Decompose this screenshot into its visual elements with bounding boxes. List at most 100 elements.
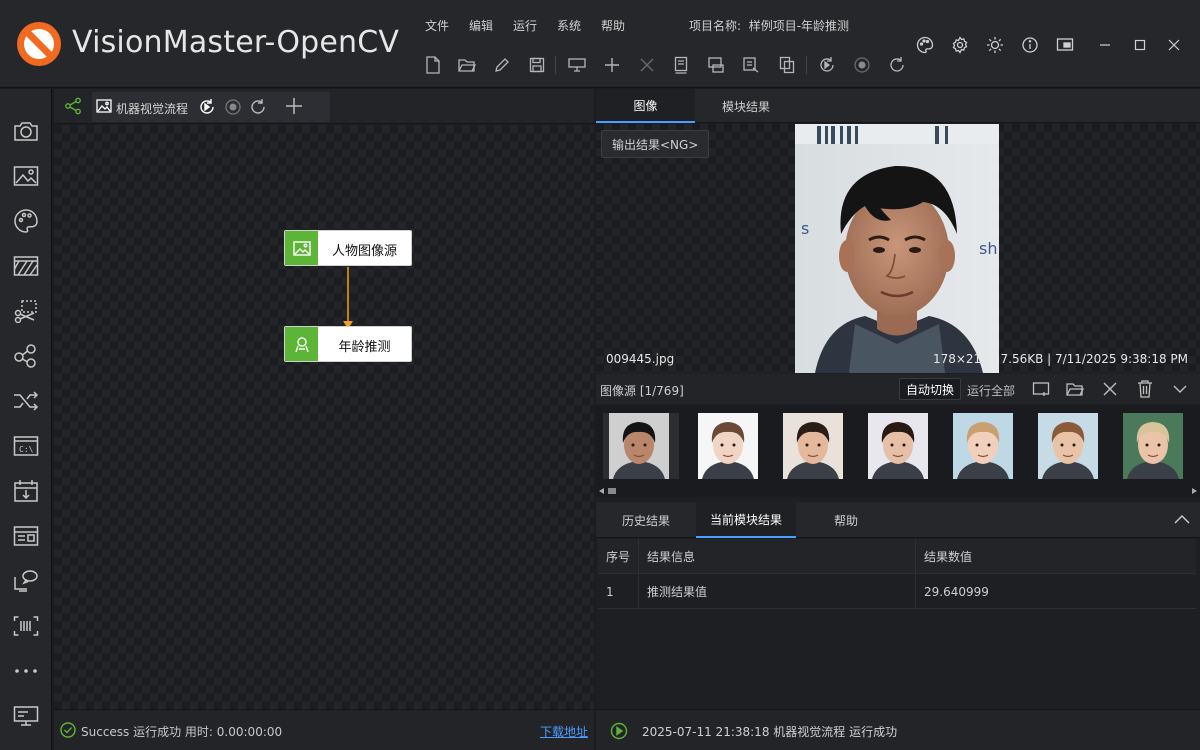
chat-monitor-icon[interactable] xyxy=(12,567,40,595)
scroll-left-icon[interactable] xyxy=(599,488,605,494)
edit-icon[interactable] xyxy=(491,54,513,76)
new-file-icon[interactable] xyxy=(422,54,444,76)
run-once-icon[interactable] xyxy=(816,54,838,76)
maximize-icon[interactable] xyxy=(1129,34,1151,56)
thumbnail-4[interactable] xyxy=(858,413,934,479)
chevron-down-icon[interactable] xyxy=(1169,378,1191,400)
thumbnail-3[interactable] xyxy=(773,413,849,479)
run-once-icon[interactable] xyxy=(198,98,216,116)
table-header-row: 序号 结果信息 结果数值 xyxy=(598,539,1196,574)
screen-icon[interactable] xyxy=(1054,34,1076,56)
loop-icon[interactable] xyxy=(249,98,267,116)
project-name-value: 样例项目-年龄推测 xyxy=(748,19,850,33)
more-icon[interactable] xyxy=(12,657,40,685)
palette-icon[interactable] xyxy=(914,34,936,56)
log-message: 2025-07-11 21:38:18 机器视觉流程 运行成功 xyxy=(642,725,898,739)
tab-module-result[interactable]: 模块结果 xyxy=(696,89,796,123)
info-icon[interactable] xyxy=(1019,34,1041,56)
loop-icon[interactable] xyxy=(886,54,908,76)
run-success-icon xyxy=(610,722,628,740)
cell-index: 1 xyxy=(598,574,639,609)
app-title: VisionMaster-OpenCV xyxy=(72,25,400,60)
add-screen-icon[interactable] xyxy=(1030,378,1052,400)
flow-share-icon[interactable] xyxy=(64,97,82,115)
thumbnail-6[interactable] xyxy=(1028,413,1104,479)
column-header-info[interactable]: 结果信息 xyxy=(639,539,916,574)
delete-icon[interactable] xyxy=(636,54,658,76)
brightness-icon[interactable] xyxy=(984,34,1006,56)
cell-value: 29.640999 xyxy=(924,584,989,599)
book-icon[interactable] xyxy=(670,54,692,76)
flow-canvas[interactable]: 人物图像源 年龄推测 xyxy=(54,125,594,709)
table-row[interactable]: 1 推测结果值 29.640999 xyxy=(598,574,1196,609)
thumbnail-5[interactable] xyxy=(943,413,1019,479)
add-icon[interactable] xyxy=(601,54,623,76)
close-icon[interactable] xyxy=(1099,378,1121,400)
settings-icon[interactable] xyxy=(949,34,971,56)
result-image: s sh xyxy=(795,124,999,373)
chevron-up-icon[interactable] xyxy=(1172,510,1192,530)
svg-text:C:\: C:\ xyxy=(19,445,34,454)
thumbnail-strip xyxy=(596,405,1200,485)
terminal-icon[interactable]: C:\ xyxy=(12,432,40,460)
image-icon[interactable] xyxy=(12,162,40,190)
monitor-icon[interactable] xyxy=(12,702,40,730)
svg-text:s: s xyxy=(801,219,809,238)
palette-icon[interactable] xyxy=(12,207,40,235)
tab-help[interactable]: 帮助 xyxy=(796,502,896,538)
pattern-icon[interactable] xyxy=(12,252,40,280)
scrollbar-thumb[interactable] xyxy=(608,488,616,494)
barcode-icon[interactable] xyxy=(12,612,40,640)
toolbar-separator xyxy=(806,56,807,74)
cell-info: 推测结果值 xyxy=(639,574,916,609)
record-icon[interactable] xyxy=(851,54,873,76)
menu-run[interactable]: 运行 xyxy=(513,17,537,34)
image-file-name: 009445.jpg xyxy=(606,352,675,366)
save-icon[interactable] xyxy=(526,54,548,76)
scroll-right-icon[interactable] xyxy=(1191,488,1197,494)
export-icon[interactable] xyxy=(705,54,727,76)
record-icon[interactable] xyxy=(224,98,242,116)
image-icon xyxy=(96,99,112,113)
image-tab-bar: 图像 模块结果 xyxy=(596,89,1200,123)
menu-help[interactable]: 帮助 xyxy=(601,17,625,34)
toolbar-separator xyxy=(555,56,556,74)
layout-icon[interactable] xyxy=(12,522,40,550)
open-folder-icon[interactable] xyxy=(456,54,478,76)
thumbnail-scrollbar[interactable] xyxy=(596,485,1200,497)
stamp-icon[interactable] xyxy=(740,54,762,76)
crop-icon[interactable] xyxy=(12,297,40,325)
menu-file[interactable]: 文件 xyxy=(425,17,449,34)
thumbnail-7[interactable] xyxy=(1113,413,1189,479)
minimize-icon[interactable] xyxy=(1094,34,1116,56)
menu-edit[interactable]: 编辑 xyxy=(469,17,493,34)
run-all-button[interactable]: 运行全部 xyxy=(967,382,1015,399)
thumbnail-2[interactable] xyxy=(688,413,764,479)
copy-icon[interactable] xyxy=(776,54,798,76)
tab-current-module-result[interactable]: 当前模块结果 xyxy=(696,502,796,538)
tab-history-result[interactable]: 历史结果 xyxy=(596,502,696,538)
flow-node-age-predict[interactable]: 年龄推测 xyxy=(284,326,412,362)
add-tab-icon[interactable] xyxy=(285,97,303,115)
trash-icon[interactable] xyxy=(1134,378,1156,400)
tab-image[interactable]: 图像 xyxy=(596,89,695,123)
camera-settings-icon[interactable] xyxy=(566,54,588,76)
column-header-value[interactable]: 结果数值 xyxy=(916,539,1196,574)
camera-icon[interactable] xyxy=(12,117,40,145)
open-folder-icon[interactable] xyxy=(1064,378,1086,400)
thumbnail-1[interactable] xyxy=(603,413,679,479)
calendar-icon[interactable] xyxy=(12,477,40,505)
download-link[interactable]: 下载地址 xyxy=(540,723,588,740)
run-status-text: Success 运行成功 用时: 0.00:00:00 xyxy=(81,725,283,739)
menu-system[interactable]: 系统 xyxy=(557,17,581,34)
image-results-panel: 图像 模块结果 s sh 输出结果<NG> 009445.jpg 178×218… xyxy=(596,89,1200,750)
column-header-index[interactable]: 序号 xyxy=(598,539,639,574)
result-table: 序号 结果信息 结果数值 1 推测结果值 29.640999 xyxy=(598,539,1196,609)
auto-switch-button[interactable]: 自动切换 xyxy=(899,378,962,400)
close-icon[interactable] xyxy=(1163,34,1185,56)
tool-sidebar: C:\ xyxy=(0,89,52,750)
shuffle-icon[interactable] xyxy=(12,387,40,415)
nodes-icon[interactable] xyxy=(12,342,40,370)
flow-node-image-source[interactable]: 人物图像源 xyxy=(284,230,412,266)
image-viewer[interactable]: s sh 输出结果<NG> 009445.jpg 178×218 | 7.56K… xyxy=(596,124,1200,373)
